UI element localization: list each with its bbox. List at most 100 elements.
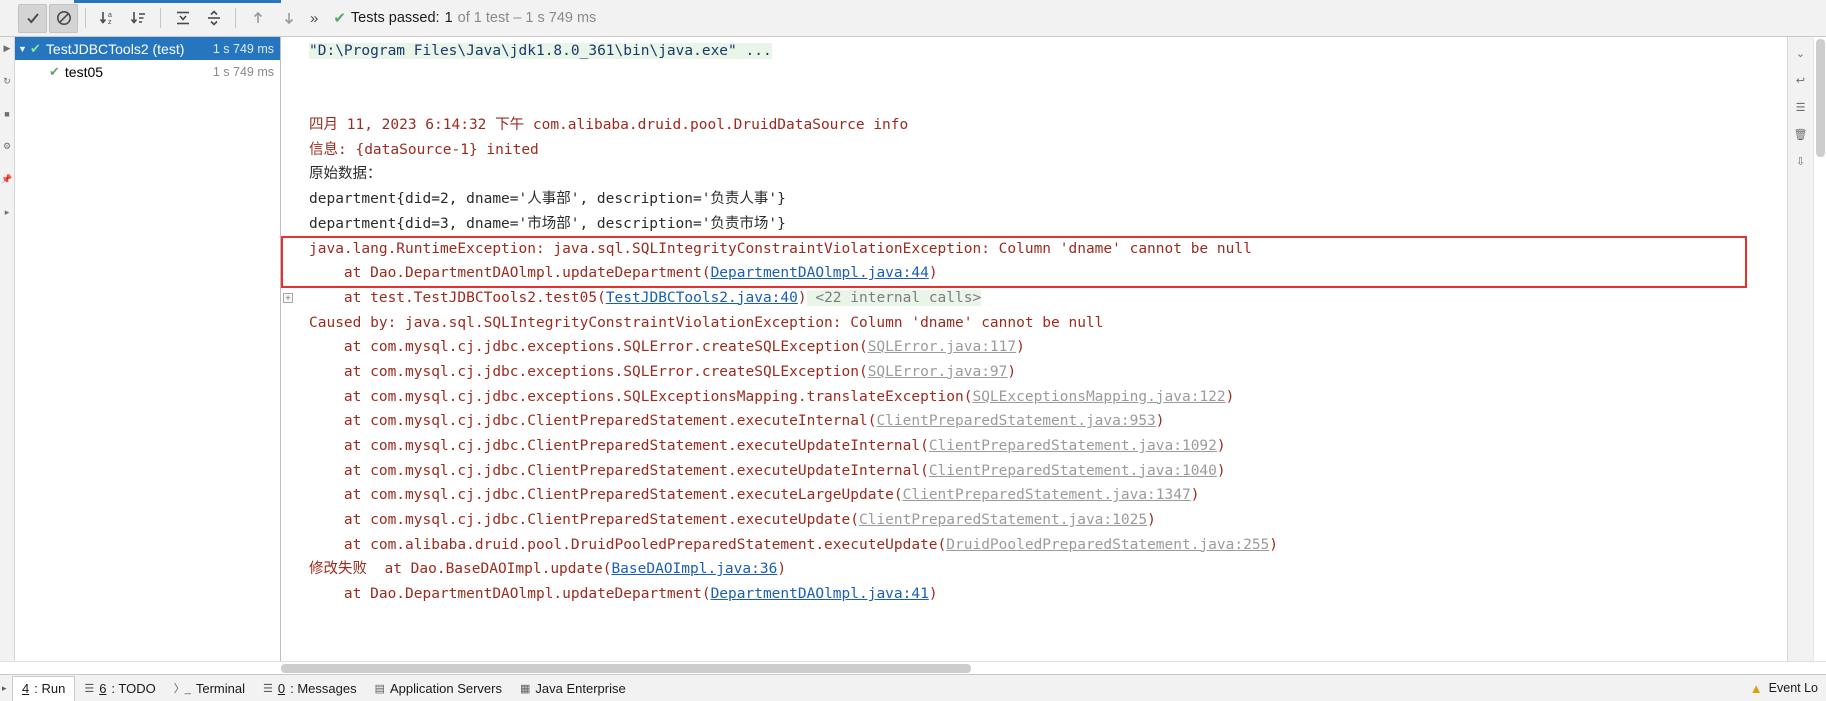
console-text-segment: ) xyxy=(1155,413,1165,430)
console-text-segment: ) xyxy=(1216,438,1226,454)
previous-failed-button[interactable] xyxy=(243,4,272,33)
console-line: at com.alibaba.druid.pool.DruidPooledPre… xyxy=(309,533,1826,558)
status-suffix-label: of 1 test – 1 s 749 ms xyxy=(457,10,597,26)
stop-icon[interactable]: ■ xyxy=(0,109,14,119)
scroll-to-end-icon[interactable]: ⌄ xyxy=(1796,47,1805,60)
tool-window-terminal[interactable]: 〉_ Terminal xyxy=(165,676,254,701)
export-icon[interactable]: ⇩ xyxy=(1796,155,1805,168)
stack-trace-link[interactable]: DepartmentDAOlmpl.java:41 xyxy=(711,586,929,602)
scrollbar-thumb[interactable] xyxy=(281,664,971,673)
toolbar-separator xyxy=(160,8,161,28)
console-text-segment: "D:\Program Files\Java\jdk1.8.0_361\bin\… xyxy=(309,43,772,59)
show-passed-button[interactable] xyxy=(18,3,47,33)
chevron-down-icon[interactable]: ▼ xyxy=(15,44,30,54)
tool-window-run-number: 4 xyxy=(22,681,30,696)
console-output[interactable]: + "D:\Program Files\Java\jdk1.8.0_361\bi… xyxy=(281,37,1826,661)
console-text-segment: 信息: {dataSource-1} inited xyxy=(309,141,539,158)
tool-window-run[interactable]: 4 : Run xyxy=(12,675,76,701)
console-line: at Dao.DepartmentDAOlmpl.updateDepartmen… xyxy=(309,582,1826,607)
event-log-label[interactable]: Event Lo xyxy=(1769,681,1818,695)
stack-trace-link[interactable]: SQLExceptionsMapping.java:122 xyxy=(972,389,1225,405)
console-line: Caused by: java.sql.SQLIntegrityConstrai… xyxy=(309,311,1826,336)
sort-alphabetically-button[interactable]: a z xyxy=(93,4,122,33)
console-text-segment: at com.mysql.cj.jdbc.exceptions.SQLExcep… xyxy=(309,388,973,405)
console-text-segment: ) xyxy=(1216,462,1226,479)
expand-rail-icon[interactable]: ▸ xyxy=(0,207,14,218)
chevron-placeholder-icon: ▼ xyxy=(34,67,49,77)
print-icon[interactable]: ☰ xyxy=(1796,101,1806,114)
test-tree-row-label: TestJDBCTools2 (test) xyxy=(45,40,185,57)
console-text-segment: at com.mysql.cj.jdbc.exceptions.SQLError… xyxy=(309,339,868,356)
stack-trace-link[interactable]: ClientPreparedStatement.java:1025 xyxy=(859,512,1147,528)
hide-ignored-button[interactable] xyxy=(49,3,78,33)
stack-trace-link[interactable]: ClientPreparedStatement.java:1092 xyxy=(929,438,1217,454)
tool-window-todo-number: 6 xyxy=(99,680,107,696)
test-runner-toolbar: a z » ✔ Tests passed: 1 of 1 test – 1 s … xyxy=(0,0,1826,37)
console-line: at com.mysql.cj.jdbc.exceptions.SQLExcep… xyxy=(309,385,1826,410)
collapse-all-button[interactable] xyxy=(199,4,228,33)
fold-expand-icon[interactable]: + xyxy=(283,293,293,303)
tool-window-todo-label: : TODO xyxy=(111,680,156,696)
console-line: at com.mysql.cj.jdbc.ClientPreparedState… xyxy=(309,508,1826,533)
clear-all-icon[interactable]: 🗑 xyxy=(1794,128,1808,141)
status-check-icon: ✔ xyxy=(333,10,346,27)
test-tree-row-duration: 1 s 749 ms xyxy=(212,64,274,79)
settings-icon[interactable]: ⚙ xyxy=(0,141,14,152)
tool-window-java-enterprise[interactable]: ▦ Java Enterprise xyxy=(511,676,635,701)
tool-window-todo[interactable]: ☰ 6 : TODO xyxy=(75,676,164,701)
test-status-summary: ✔ Tests passed: 1 of 1 test – 1 s 749 ms xyxy=(333,9,596,27)
console-text-segment: at com.mysql.cj.jdbc.ClientPreparedState… xyxy=(309,462,929,479)
tool-window-messages-label: : Messages xyxy=(290,680,357,696)
expand-all-button[interactable] xyxy=(168,4,197,33)
console-text-segment: at com.mysql.cj.jdbc.ClientPreparedState… xyxy=(309,438,929,454)
status-prefix-label: Tests passed: xyxy=(350,10,440,26)
expand-all-icon xyxy=(176,11,189,25)
stack-trace-link[interactable]: SQLError.java:97 xyxy=(868,364,1008,380)
terminal-icon: 〉_ xyxy=(173,683,191,695)
stack-trace-link[interactable]: ClientPreparedStatement.java:953 xyxy=(876,413,1155,429)
console-text-segment: at Dao.DepartmentDAOlmpl.updateDepartmen… xyxy=(309,586,711,603)
console-text-segment: <22 internal calls> xyxy=(806,289,982,306)
console-text-segment: ) xyxy=(928,586,938,603)
messages-icon: ☰ xyxy=(262,682,273,695)
console-line: at test.TestJDBCTools2.test05(TestJDBCTo… xyxy=(309,286,1826,311)
tool-window-terminal-label: Terminal xyxy=(195,680,245,696)
stack-trace-link[interactable]: ClientPreparedStatement.java:1347 xyxy=(903,487,1191,503)
stack-trace-link[interactable]: ClientPreparedStatement.java:1040 xyxy=(929,463,1217,479)
console-text-segment: 修改失败 at Dao.BaseDAOImpl.update( xyxy=(309,561,612,578)
console-horizontal-scrollbar[interactable] xyxy=(0,661,1826,674)
list-icon: ☰ xyxy=(84,682,95,695)
java-ee-icon: ▦ xyxy=(519,682,531,695)
soft-wrap-icon[interactable]: ↩ xyxy=(1796,74,1805,87)
stack-trace-link[interactable]: BaseDAOImpl.java:36 xyxy=(611,561,777,577)
next-failed-button[interactable] xyxy=(274,4,303,33)
stack-trace-link[interactable]: DepartmentDAOlmpl.java:44 xyxy=(711,265,929,281)
console-text-segment: java.lang.RuntimeException: java.sql.SQL… xyxy=(309,240,1252,257)
console-text-segment: ) xyxy=(1269,536,1279,553)
scrollbar-thumb[interactable] xyxy=(1816,39,1825,157)
console-text-area[interactable]: "D:\Program Files\Java\jdk1.8.0_361\bin\… xyxy=(295,37,1826,661)
console-line: at Dao.DepartmentDAOlmpl.updateDepartmen… xyxy=(309,261,1826,286)
rerun-icon[interactable]: ↻ xyxy=(0,76,14,87)
test-tree-row-method[interactable]: ▼ ✔ test05 1 s 749 ms xyxy=(15,60,280,83)
console-line: 四月 11, 2023 6:14:32 下午 com.alibaba.druid… xyxy=(309,113,1826,138)
tool-window-application-servers[interactable]: ▤ Application Servers xyxy=(366,676,511,701)
tool-window-messages[interactable]: ☰ 0 : Messages xyxy=(254,676,366,701)
warning-icon[interactable]: ▲ xyxy=(1750,681,1763,696)
console-text-segment: ) xyxy=(1225,388,1235,405)
stack-trace-link[interactable]: SQLError.java:117 xyxy=(868,339,1016,355)
stack-trace-link[interactable]: TestJDBCTools2.java:40 xyxy=(606,290,798,306)
console-text-segment: ) xyxy=(1016,339,1025,356)
stack-trace-link[interactable]: DruidPooledPreparedStatement.java:255 xyxy=(946,537,1269,553)
toolbar-overflow-button[interactable]: » xyxy=(304,10,323,27)
sort-duration-icon xyxy=(130,12,145,24)
ide-run-tool-window: a z » ✔ Tests passed: 1 of 1 test – 1 s … xyxy=(0,0,1826,701)
console-vertical-scrollbar[interactable] xyxy=(1813,37,1826,661)
test-tree-row-suite[interactable]: ▼ ✔ TestJDBCTools2 (test) 1 s 749 ms xyxy=(15,37,280,60)
sort-alpha-icon: a z xyxy=(99,12,112,26)
sort-by-duration-button[interactable] xyxy=(124,4,153,33)
run-arrow-icon[interactable]: ▶ xyxy=(0,43,14,54)
pin-icon[interactable]: 📌 xyxy=(0,174,14,185)
test-tree[interactable]: ▼ ✔ TestJDBCTools2 (test) 1 s 749 ms ▼ ✔… xyxy=(0,37,281,661)
